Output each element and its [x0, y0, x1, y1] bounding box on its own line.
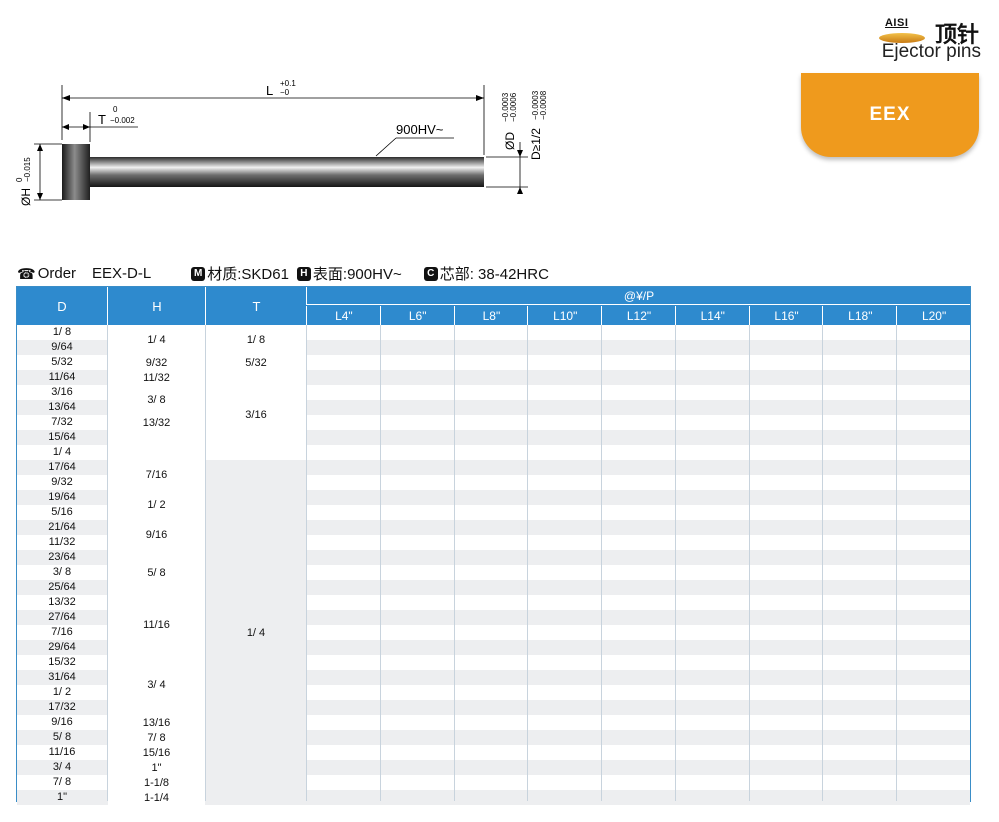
header-length: L12"	[601, 306, 676, 325]
h-cell: 13/32	[108, 415, 205, 430]
header-d: D	[57, 298, 67, 314]
h-cell: 13/16	[108, 715, 205, 730]
header-length: L6"	[379, 306, 455, 325]
d-cell: 11/64	[48, 371, 76, 383]
length-tol-upper: +0.1	[280, 79, 296, 88]
d-tol-lower: −0.0006	[509, 92, 518, 122]
d-cell: 9/16	[51, 716, 73, 728]
order-info: ☎ Order EEX-D-L M 材质:SKD61 H 表面:900HV~ C…	[17, 263, 549, 284]
h-cell: 5/ 8	[108, 550, 205, 595]
d-cell: 15/64	[48, 431, 76, 443]
length-label: L	[266, 83, 273, 98]
material-badge: M	[191, 266, 206, 281]
h-cell: 7/ 8	[108, 730, 205, 745]
d-cell: 3/ 8	[52, 566, 72, 578]
t-cell: 1/ 8	[206, 325, 306, 355]
d-cell: 9/64	[51, 341, 73, 353]
h-cell: 7/16	[108, 460, 205, 490]
d-cell: 1/ 2	[52, 686, 72, 698]
header-t: T	[205, 287, 307, 325]
header-price: @¥/P	[306, 287, 971, 304]
d-cell: 13/64	[48, 401, 76, 413]
table-body: 1/ 8 9/64 5/32 11/64 3/16 13/64 7/32 15/64 1/ 41…	[17, 325, 970, 805]
d-cell: 9/32	[51, 476, 73, 488]
t-tol-lower: −0.002	[110, 116, 135, 125]
d-cell: 3/ 4	[52, 761, 72, 773]
core: 芯部: 38-42HRC	[439, 266, 549, 283]
d-cell: 1/ 8	[52, 326, 72, 338]
header-length: L14"	[674, 306, 750, 325]
d-cell: 23/64	[48, 551, 76, 563]
h-cell: 9/16	[108, 520, 205, 550]
d-cell: 11/32	[48, 536, 76, 548]
header-length: L16"	[748, 306, 824, 325]
d-label: ØD	[503, 132, 517, 150]
phone-icon: ☎	[17, 265, 36, 283]
table-header: D H T @¥/P L4" L6" L8" L10" L12" L14" L16" L18"…	[17, 287, 970, 325]
length-tol-lower: −0	[280, 88, 290, 97]
h-cell: 11/16	[108, 595, 205, 655]
brand-subtitle: Ejector pins	[881, 41, 981, 62]
t-cell: 1/ 4	[206, 460, 306, 805]
d-cell: 1"	[56, 791, 68, 803]
t-cell: 3/16	[206, 370, 306, 460]
h-cell: 1-1/8	[108, 775, 205, 790]
d-cell: 17/64	[48, 461, 76, 473]
d-cell: 27/64	[48, 611, 76, 623]
d-cell: 17/32	[48, 701, 76, 713]
d-cell: 21/64	[48, 521, 76, 533]
h-tol-lower: −0.015	[23, 157, 32, 182]
t-tol-upper: 0	[113, 105, 118, 114]
d-cell: 5/ 8	[52, 731, 72, 743]
h-cell: 9/32	[108, 355, 205, 370]
h-label: ØH	[19, 188, 33, 206]
d-cell: 5/32	[51, 356, 73, 368]
d-cell: 13/32	[48, 596, 76, 608]
d-cell: 7/16	[51, 626, 73, 638]
d-cell: 1/ 4	[52, 446, 72, 458]
material: 材质:SKD61	[207, 266, 289, 283]
h-cell: 11/32	[108, 370, 205, 385]
h-cell: 3/ 4	[108, 655, 205, 715]
order-label: Order	[37, 265, 77, 282]
d-cell: 19/64	[48, 491, 76, 503]
header-length: L8"	[453, 306, 529, 325]
spec-table: D H T @¥/P L4" L6" L8" L10" L12" L14" L16" L18"…	[16, 286, 971, 805]
header-h: H	[107, 287, 206, 325]
ejector-pin-drawing: L +0.1 −0 T 0 −0.002 900HV~ ØH 0 −0.015 …	[15, 79, 548, 206]
d-cell: 7/32	[51, 416, 73, 428]
d-cell: 5/16	[51, 506, 73, 518]
d-cell: 29/64	[48, 641, 76, 653]
t-cell: 5/32	[206, 355, 306, 370]
h-cell: 3/ 8	[108, 385, 205, 415]
t-label: T	[98, 112, 106, 127]
d-cell: 7/ 8	[52, 776, 72, 788]
product-code: EEX	[869, 104, 911, 125]
surface: 表面:900HV~	[312, 266, 402, 283]
hardness-label: 900HV~	[396, 122, 444, 137]
header-length: L4"	[306, 306, 381, 325]
h-cell: 1-1/4	[108, 790, 205, 805]
d2-label: D≥1/2	[529, 128, 543, 160]
d-cell: 11/16	[48, 746, 76, 758]
h-cell: 1"	[108, 760, 205, 775]
core-badge: C	[423, 266, 438, 281]
d-cell: 3/16	[51, 386, 73, 398]
d-cell: 15/32	[48, 656, 76, 668]
d-cell: 25/64	[48, 581, 76, 593]
d2-tol-lower: −0.0008	[539, 90, 548, 120]
h-cell	[108, 430, 205, 460]
h-cell: 1/ 2	[108, 490, 205, 520]
header-length: L18"	[822, 306, 897, 325]
h-cell: 1/ 4	[108, 325, 205, 355]
surface-badge: H	[296, 266, 311, 281]
order-code: EEX-D-L	[92, 265, 152, 282]
product-code-tab: EEX	[801, 73, 979, 157]
header-length: L10"	[527, 306, 602, 325]
header-length: L20"	[896, 306, 971, 325]
h-cell: 15/16	[108, 745, 205, 760]
d-cell: 31/64	[48, 671, 76, 683]
